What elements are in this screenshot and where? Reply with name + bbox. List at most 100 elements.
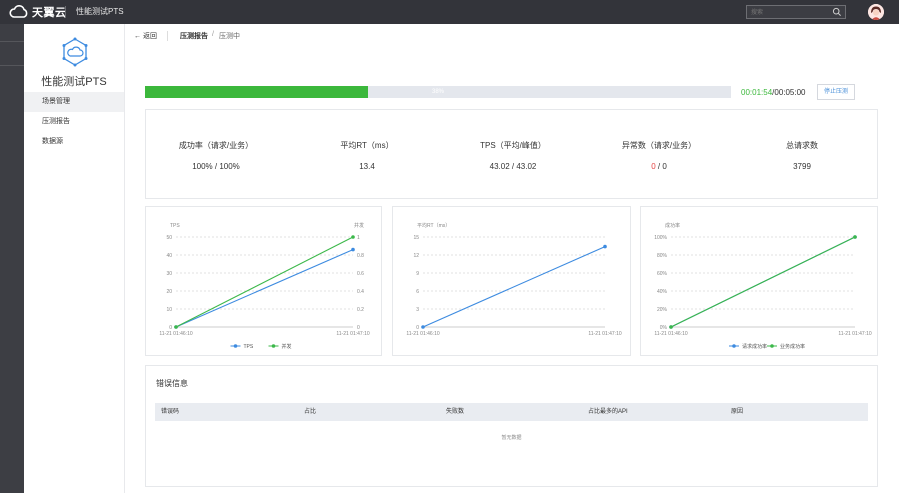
stat-label: 成功率（请求/业务） [178, 141, 254, 150]
elapsed-timer: 00:01:54/00:05:00 [741, 88, 806, 97]
sidebar-item-datasource[interactable]: 数据源 [24, 132, 124, 152]
avatar-icon [868, 4, 884, 20]
error-info-card: 错误信息 错误码 占比 失败数 占比最多的API 原因 暂无数据 [145, 365, 878, 487]
topbar-divider [65, 6, 66, 18]
breadcrumb-current: 压测中 [219, 33, 240, 40]
rt-chart-svg: 03691215平均RT（ms）11-21 01:46:10 11-21 01:4… [406, 222, 621, 337]
legend-label: 请求成功率 [742, 343, 767, 350]
progress-percent: 38% [431, 89, 444, 95]
success-chart-svg: 0%20%40%60%80%100%成功率11-21 01:46:10 11-21… [654, 222, 872, 350]
breadcrumb-reports-link[interactable]: 压测报告 [180, 31, 208, 41]
error-table-header: 错误码 占比 失败数 占比最多的API 原因 [155, 403, 868, 421]
y2-tick-label: 0.8 [357, 253, 364, 259]
legend-marker [732, 344, 736, 348]
stat-label: 平均RT（ms） [340, 141, 394, 150]
y-tick-label: 60% [657, 271, 668, 277]
stat-value-rest: / 0 [655, 162, 667, 171]
search-input[interactable] [751, 8, 831, 17]
y-tick-label: 9 [416, 271, 419, 277]
stat-value: 0 / 0 [589, 162, 729, 171]
rail-divider [0, 41, 24, 42]
stat-label: 总请求数 [786, 141, 818, 150]
pts-logo-icon [62, 37, 88, 67]
stat-value: 43.02 / 43.02 [489, 162, 537, 171]
stop-test-button[interactable]: 停止压测 [817, 84, 855, 100]
breadcrumb-separator: / [212, 31, 214, 38]
user-avatar[interactable] [868, 4, 884, 20]
test-progress-bar: 38% [145, 86, 731, 98]
search-icon[interactable] [832, 7, 842, 17]
avg-rt-chart: 0 3 6 9 12 15 平均RT（ms） 11-21 01:46:10 11-21 01:4… [392, 206, 631, 356]
search-box[interactable] [746, 5, 846, 19]
success-rate-chart: 0% 20% 40% 60% 80% 100% 成功率 11-21 01:46:10 11-21… [640, 206, 878, 356]
column-header-top-api: 占比最多的API [588, 409, 628, 415]
series-line [670, 236, 856, 328]
y2-tick-label: 0.4 [357, 289, 364, 295]
data-point [853, 235, 857, 239]
x-tick-label: 11-21 01:47:10 [588, 331, 621, 337]
y2-tick-label: 0.6 [357, 271, 364, 277]
tps-concurrency-chart: 0 10 20 30 40 50 0 0.2 0.4 0.6 0.8 1 并发 TPS 11-21 01:4… [145, 206, 382, 356]
legend-label: TPS [244, 344, 254, 350]
legend-marker [271, 344, 276, 348]
y-tick-label: 12 [413, 253, 419, 259]
y-axis-label: 平均RT（ms） [417, 222, 450, 229]
series-line [422, 246, 606, 328]
empty-table-message: 暂无数据 [501, 435, 522, 441]
y2-tick-label: 0.2 [357, 307, 364, 313]
series-line [175, 249, 354, 328]
back-button[interactable]: ← 返回 [134, 31, 157, 41]
data-point [351, 247, 355, 252]
y2-tick-label: 1 [357, 235, 360, 241]
stat-success-rate: 成功率（请求/业务） 100% / 100% [146, 140, 286, 171]
stat-value: 100% / 100% [192, 162, 240, 171]
cloud-icon [9, 5, 28, 18]
x-tick-label: 11-21 01:47:10 [336, 331, 369, 337]
y2-axis-label: 并发 [354, 222, 364, 229]
x-tick-label: 11-21 01:46:10 [406, 331, 439, 337]
stat-value: 3799 [793, 162, 811, 171]
elapsed-time: 00:01:54 [741, 88, 773, 97]
y-tick-label: 50 [166, 235, 172, 241]
series-line [175, 236, 354, 328]
sidebar-item-scenes[interactable]: 场景管理 [24, 92, 124, 112]
top-bar: 天翼云 性能测试PTS [0, 0, 899, 24]
x-tick-label: 11-21 01:47:10 [838, 331, 871, 337]
total-time: /00:05:00 [772, 88, 806, 97]
y-tick-label: 15 [413, 235, 419, 241]
stat-errors: 异常数（请求/业务） 0 / 0 [589, 140, 729, 171]
data-point [669, 325, 673, 329]
column-header-reason: 原因 [731, 409, 744, 415]
x-tick-label: 11-21 01:46:10 [159, 331, 192, 337]
y-tick-label: 20% [657, 307, 668, 313]
y-tick-label: 3 [416, 307, 419, 313]
stat-total-requests: 总请求数 3799 [732, 140, 872, 171]
sidebar-item-reports[interactable]: 压测报告 [24, 112, 124, 132]
y-tick-label: 100% [654, 235, 667, 241]
error-section-title: 错误信息 [156, 379, 188, 388]
stat-label: TPS（平均/峰值） [480, 141, 546, 150]
legend-label: 业务成功率 [780, 343, 805, 350]
data-point [603, 244, 607, 249]
legend-marker [770, 344, 774, 348]
y-tick-label: 10 [166, 307, 172, 313]
legend-marker [233, 344, 238, 348]
y-tick-label: 20 [166, 289, 172, 295]
breadcrumb: ← 返回 压测报告 / 压测中 [125, 24, 899, 48]
product-name[interactable]: 性能测试PTS [76, 6, 124, 17]
y-tick-label: 30 [166, 271, 172, 277]
summary-stats-card: 成功率（请求/业务） 100% / 100% 平均RT（ms） 13.4 TPS… [145, 109, 878, 199]
y-axis-label: TPS [170, 223, 180, 229]
y-tick-label: 40% [657, 289, 668, 295]
data-point [351, 235, 355, 239]
x-tick-label: 11-21 01:46:10 [654, 331, 687, 337]
stat-avg-rt: 平均RT（ms） 13.4 [297, 140, 437, 171]
stat-value: 13.4 [359, 162, 375, 171]
y-tick-label: 40 [166, 253, 172, 259]
column-header-error-code: 错误码 [161, 409, 180, 415]
data-point [174, 325, 178, 329]
data-point [421, 325, 425, 329]
brand-logo[interactable]: 天翼云 [9, 4, 67, 20]
column-header-ratio: 占比 [304, 409, 317, 415]
legend-label: 并发 [282, 343, 292, 350]
